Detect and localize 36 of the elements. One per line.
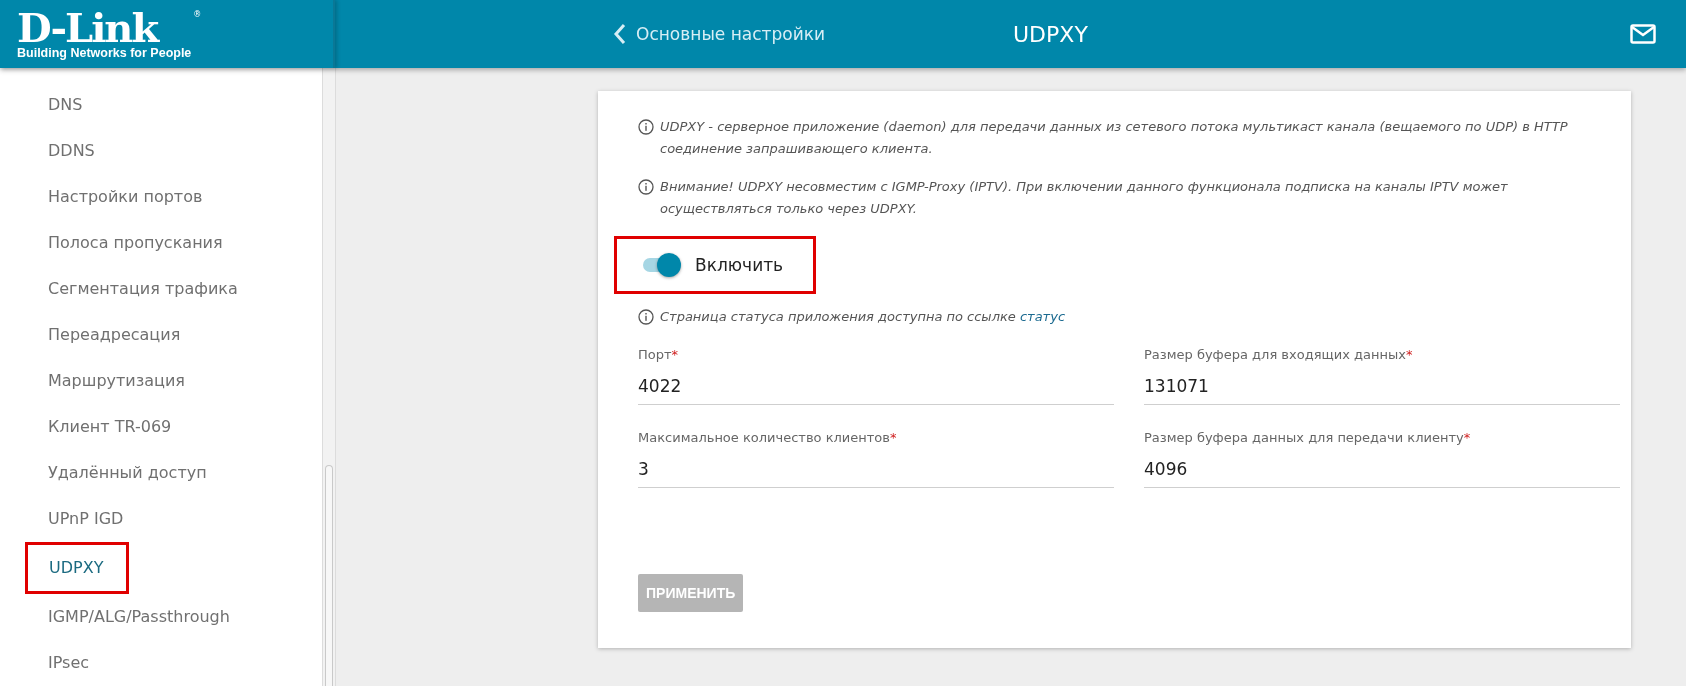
sidebar-item[interactable]: IGMP/ALG/Passthrough bbox=[48, 594, 230, 640]
info-icon bbox=[638, 179, 654, 195]
info-note: UDPXY - серверное приложение (daemon) для передачи данных из сетевого потока мультикаст канала (вещаемого по UDP) в HTTP соединение запрашивающего клиента. bbox=[660, 118, 1569, 158]
d-link-logo: D-Link Building Networks for People ® bbox=[17, 10, 202, 60]
sidebar-item[interactable]: DNS bbox=[48, 82, 83, 128]
info-note: Внимание! UDPXY несовместим с IGMP-Proxy (IPTV). При включении данного функционала подписка на каналы IPTV может осуществляться только через UDPXY. bbox=[660, 178, 1509, 218]
input-field[interactable]: 4022 bbox=[638, 376, 1114, 405]
enable-switch[interactable] bbox=[641, 253, 681, 277]
page-title: UDPXY bbox=[1012, 21, 1089, 47]
sidebar-item[interactable]: Настройки портов bbox=[48, 174, 203, 220]
mail-icon[interactable] bbox=[1630, 24, 1656, 44]
sidebar-item[interactable]: UDPXY bbox=[25, 542, 130, 594]
switch-label: Включить bbox=[695, 255, 784, 275]
sidebar-item[interactable]: UPnP IGD bbox=[48, 496, 124, 542]
sidebar-item[interactable]: Переадресация bbox=[48, 312, 181, 358]
input-field[interactable]: 4096 bbox=[1144, 459, 1620, 488]
input-field[interactable]: 131071 bbox=[1144, 376, 1620, 405]
field-label: Размер буфера для входящих данных* bbox=[1144, 346, 1414, 364]
sidebar-item[interactable]: Клиент TR-069 bbox=[48, 404, 172, 450]
back-link[interactable]: Основные настройки bbox=[613, 23, 893, 45]
sidebar-item[interactable]: DDNS bbox=[48, 128, 95, 174]
status-link[interactable]: статус bbox=[1019, 309, 1066, 324]
scrollbar[interactable] bbox=[322, 68, 336, 686]
info-icon bbox=[638, 309, 654, 325]
chevron-left-icon bbox=[613, 23, 626, 45]
sidebar-item[interactable]: Сегментация трафика bbox=[48, 266, 238, 312]
sidebar-item[interactable]: Полоса пропускания bbox=[48, 220, 223, 266]
sidebar-item[interactable]: Маршрутизация bbox=[48, 358, 185, 404]
field-label: Максимальное количество клиентов* bbox=[638, 429, 898, 447]
info-icon bbox=[638, 119, 654, 135]
sidebar-item[interactable]: Удалённый доступ bbox=[48, 450, 207, 496]
field-label: Порт* bbox=[638, 346, 680, 364]
input-field[interactable]: 3 bbox=[638, 459, 1114, 488]
status-note: Страница статуса приложения доступна по ссылке статус bbox=[660, 308, 1066, 326]
sidebar-item[interactable]: IPsec bbox=[48, 640, 90, 686]
field-label: Размер буфера данных для передачи клиенту* bbox=[1144, 429, 1472, 447]
